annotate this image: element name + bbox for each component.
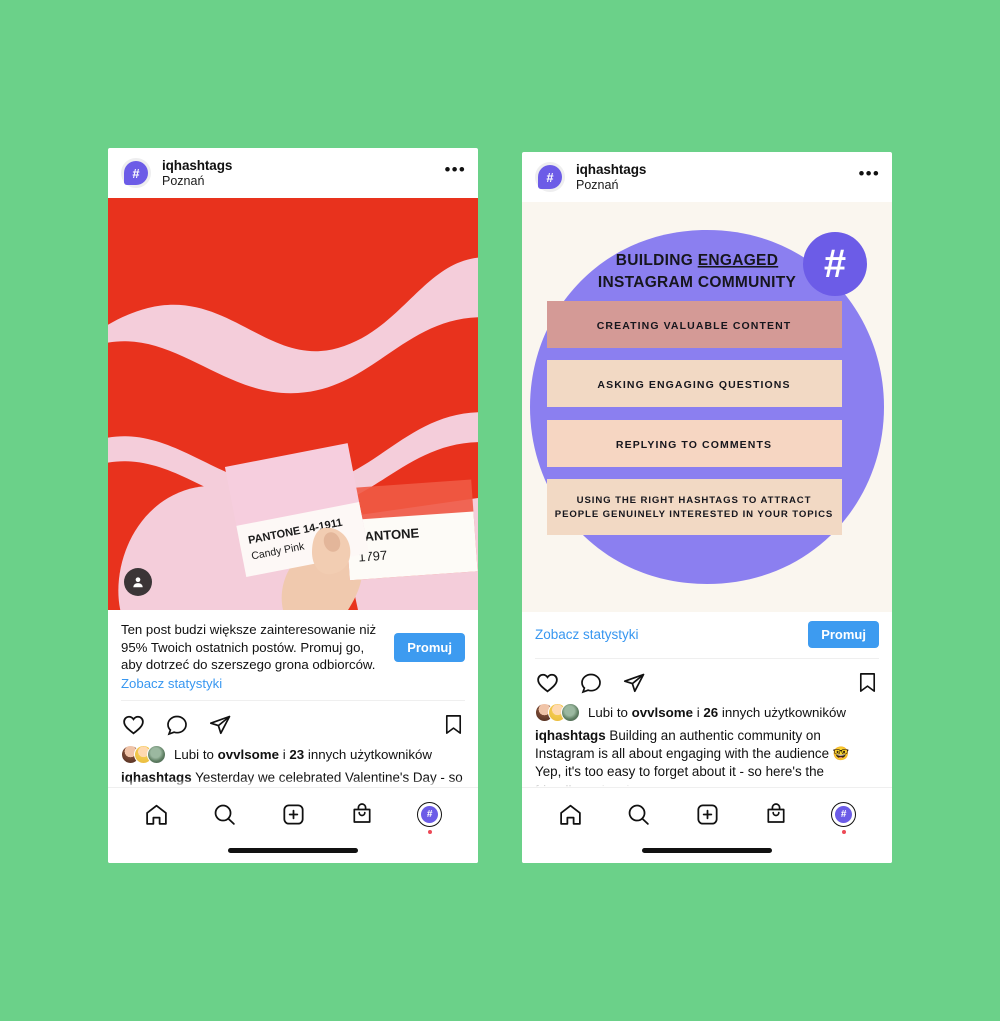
svg-text:CREATING VALUABLE CONTENT: CREATING VALUABLE CONTENT xyxy=(597,320,792,332)
profile-avatar-icon: # xyxy=(831,801,857,827)
more-options-icon[interactable]: ••• xyxy=(859,165,880,185)
header-text: iqhashtags Poznań xyxy=(576,162,646,193)
svg-text:INSTAGRAM COMMUNITY: INSTAGRAM COMMUNITY xyxy=(598,274,797,291)
nav-shop[interactable] xyxy=(764,802,788,826)
bookmark-icon[interactable] xyxy=(442,713,465,736)
svg-text:BUILDING ENGAGED: BUILDING ENGAGED xyxy=(616,252,778,269)
username[interactable]: iqhashtags xyxy=(576,162,646,178)
home-indicator xyxy=(228,848,358,853)
promote-button[interactable]: Promuj xyxy=(394,633,465,662)
likes-row: Lubi to ovvlsome i 26 innych użytkownikó… xyxy=(522,701,892,726)
post-header: # iqhashtags Poznań ••• xyxy=(108,148,478,198)
likes-suffix: innych użytkowników xyxy=(721,705,847,720)
nav-search[interactable] xyxy=(212,802,237,827)
likes-count: 26 xyxy=(703,705,719,720)
promotion-text-block: Ten post budzi większe zainteresowanie n… xyxy=(121,621,386,692)
likes-text[interactable]: Lubi to ovvlsome i 26 innych użytkownikó… xyxy=(588,705,846,720)
view-insights-link[interactable]: Zobacz statystyki xyxy=(535,627,639,642)
likes-middle: i xyxy=(696,705,700,720)
heart-icon[interactable] xyxy=(121,712,146,737)
likes-suffix: innych użytkowników xyxy=(307,747,433,763)
username[interactable]: iqhashtags xyxy=(162,158,232,174)
nav-profile[interactable]: # xyxy=(417,801,443,834)
notification-badge xyxy=(427,829,432,834)
hashtag-avatar-icon: # xyxy=(124,161,148,185)
header-text: iqhashtags Poznań xyxy=(162,158,232,189)
promotion-suggestion: Ten post budzi większe zainteresowanie n… xyxy=(108,610,478,700)
comment-icon[interactable] xyxy=(165,713,189,737)
post-media-photo[interactable]: PANTONE 1797 PANTONE 14-1911 Candy Pink xyxy=(108,198,478,610)
avatar xyxy=(147,745,166,765)
nav-icons: # xyxy=(108,788,478,840)
nav-shop[interactable] xyxy=(350,802,374,826)
engaged-community-infographic: BUILDING ENGAGED INSTAGRAM COMMUNITY # C… xyxy=(522,202,892,612)
location[interactable]: Poznań xyxy=(576,178,646,192)
nav-home[interactable] xyxy=(144,802,169,827)
screenshot-stage: # iqhashtags Poznań ••• PANTONE 1797 PAN… xyxy=(0,0,1000,1021)
content-fade xyxy=(108,779,478,787)
post-media-infographic[interactable]: BUILDING ENGAGED INSTAGRAM COMMUNITY # C… xyxy=(522,202,892,612)
promote-button[interactable]: Promuj xyxy=(808,621,879,648)
promotion-text: Ten post budzi większe zainteresowanie n… xyxy=(121,622,377,673)
avatar[interactable]: # xyxy=(121,158,151,188)
pantone-photo: PANTONE 1797 PANTONE 14-1911 Candy Pink xyxy=(108,198,478,610)
svg-text:PEOPLE GENUINELY INTERESTED IN: PEOPLE GENUINELY INTERESTED IN YOUR TOPI… xyxy=(555,509,833,520)
svg-text:REPLYING TO COMMENTS: REPLYING TO COMMENTS xyxy=(616,439,772,451)
bottom-navigation-left: # xyxy=(108,787,478,863)
svg-text:USING THE RIGHT HASHTAGS TO AT: USING THE RIGHT HASHTAGS TO ATTRACT xyxy=(577,495,812,506)
location[interactable]: Poznań xyxy=(162,174,232,188)
likes-middle: i xyxy=(282,747,286,763)
post-action-bar xyxy=(522,659,892,701)
caption-username[interactable]: iqhashtags xyxy=(535,728,606,743)
heart-icon[interactable] xyxy=(535,670,560,695)
likes-text[interactable]: Lubi to ovvlsome i 23 innych użytkownikó… xyxy=(174,747,432,762)
likes-first-user[interactable]: ovvlsome xyxy=(218,747,279,762)
instagram-post-left: # iqhashtags Poznań ••• PANTONE 1797 PAN… xyxy=(108,148,478,863)
view-insights-link[interactable]: Zobacz statystyki xyxy=(121,675,386,693)
liker-avatars xyxy=(535,703,580,722)
profile-avatar-icon: # xyxy=(417,801,443,827)
svg-text:ASKING ENGAGING QUESTIONS: ASKING ENGAGING QUESTIONS xyxy=(597,379,790,391)
nav-profile[interactable]: # xyxy=(831,801,857,834)
svg-text:#: # xyxy=(824,242,846,286)
liker-avatars xyxy=(121,745,166,765)
likes-prefix: Lubi to xyxy=(174,747,214,763)
notification-badge xyxy=(841,829,846,834)
nav-create[interactable] xyxy=(695,802,720,827)
comment-icon[interactable] xyxy=(579,671,603,695)
profile-hashtag-glyph: # xyxy=(835,805,853,823)
bookmark-icon[interactable] xyxy=(856,671,879,694)
hashtag-avatar-icon: # xyxy=(538,165,562,189)
share-icon[interactable] xyxy=(208,713,232,737)
post-action-bar xyxy=(108,701,478,743)
likes-count: 23 xyxy=(289,747,305,763)
share-icon[interactable] xyxy=(622,671,646,695)
tagged-people-icon[interactable] xyxy=(124,568,152,596)
likes-prefix: Lubi to xyxy=(588,705,628,720)
nav-home[interactable] xyxy=(558,802,583,827)
nav-create[interactable] xyxy=(281,802,306,827)
bottom-navigation-right: # xyxy=(522,787,892,863)
nav-search[interactable] xyxy=(626,802,651,827)
insights-row: Zobacz statystyki Promuj xyxy=(522,612,892,658)
profile-hashtag-glyph: # xyxy=(421,805,439,823)
avatar xyxy=(561,703,580,722)
avatar[interactable]: # xyxy=(535,162,565,192)
likes-first-user[interactable]: ovvlsome xyxy=(632,705,693,720)
likes-row: Lubi to ovvlsome i 23 innych użytkownikó… xyxy=(108,743,478,768)
nav-icons: # xyxy=(522,788,892,840)
instagram-post-right: # iqhashtags Poznań ••• BUILDING ENGAGED… xyxy=(522,152,892,863)
post-header: # iqhashtags Poznań ••• xyxy=(522,152,892,202)
more-options-icon[interactable]: ••• xyxy=(445,161,466,181)
home-indicator xyxy=(642,848,772,853)
content-fade xyxy=(522,779,892,787)
